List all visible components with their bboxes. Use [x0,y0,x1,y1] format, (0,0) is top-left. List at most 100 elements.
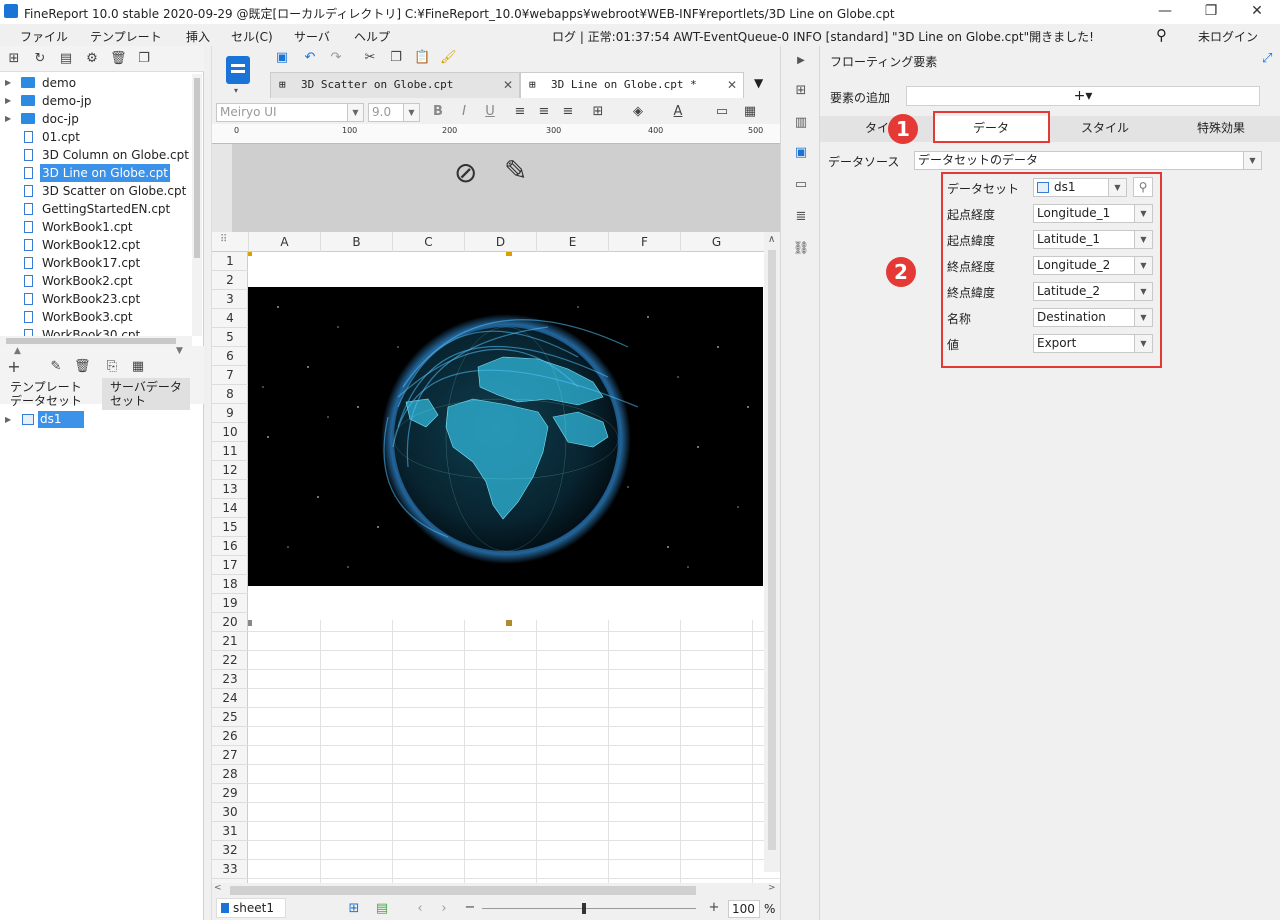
row-header-cell[interactable]: 22 [212,651,248,670]
cell-element-icon[interactable]: ▥ [792,114,810,132]
save-icon[interactable]: ▣ [274,50,290,66]
row-header-cell[interactable]: 9 [212,404,248,423]
row-header-cell[interactable]: 11 [212,442,248,461]
dataset-item[interactable]: ▶ ds1 [0,411,204,429]
hide-icon[interactable]: ⊘ [454,156,477,189]
column-header-g[interactable]: G [680,232,752,252]
tab-special-effects[interactable]: 特殊効果 [1162,116,1280,142]
format-painter-icon[interactable]: 🖌 [440,50,457,66]
refresh-icon[interactable]: ↻ [32,51,48,67]
add-sheet-icon[interactable]: ⊞ [346,901,362,917]
preview-icon[interactable]: ⎘ [104,359,120,375]
menu-template[interactable]: テンプレート [90,28,162,45]
grid-scrollbar[interactable]: ∧ [764,232,780,872]
zoom-in-icon[interactable]: + [706,900,722,916]
row-header-cell[interactable]: 29 [212,784,248,803]
tab-list-icon[interactable]: ▼ [754,76,763,90]
tree-hscroll-thumb[interactable] [6,338,176,344]
zoom-input[interactable]: 100 [728,900,760,918]
column-header-b[interactable]: B [320,232,392,252]
font-family-select[interactable]: Meiryo UI ▼ [216,103,364,122]
add-form-icon[interactable]: ▤ [374,901,390,917]
add-element-button[interactable]: +▾ [906,86,1260,106]
delete-icon[interactable]: 🗑 [110,51,127,67]
row-header-cell[interactable]: 19 [212,594,248,613]
row-header-cell[interactable]: 15 [212,518,248,537]
datasource-select[interactable]: データセットのデータ ▼ [914,151,1262,170]
tree-item[interactable]: ▶ doc-jp [0,110,192,128]
select-all-icon[interactable]: ⠿ [220,234,227,245]
cell-attribute-icon[interactable]: ⊞ [792,82,810,100]
tree-scrollbar[interactable] [192,74,202,336]
tree-item[interactable]: 3D Scatter on Globe.cpt [0,182,192,200]
login-status[interactable]: 未ログイン [1198,28,1258,45]
tab-3d-line[interactable]: ⊞ 3D Line on Globe.cpt * ✕ [520,72,744,98]
sheet-tab[interactable]: sheet1 [216,898,286,918]
collapse-down-icon[interactable]: ▼ [176,346,183,356]
tree-hscrollbar[interactable] [0,336,192,346]
add-dataset-icon[interactable]: + [6,359,22,375]
row-header-cell[interactable]: 16 [212,537,248,556]
row-header-cell[interactable]: 26 [212,727,248,746]
expand-arrow-icon[interactable]: ▶ [5,74,11,92]
tree-item[interactable]: GettingStartedEN.cpt [0,200,192,218]
expand-arrow-icon[interactable]: ▶ [5,92,11,110]
next-sheet-icon[interactable]: › [436,901,452,917]
tab-style[interactable]: スタイル [1048,116,1162,142]
tree-item[interactable]: WorkBook12.cpt [0,236,192,254]
zoom-out-icon[interactable]: − [462,900,478,916]
font-color-icon[interactable]: A [670,104,686,120]
row-header-cell[interactable]: 33 [212,860,248,879]
row-header-cell[interactable]: 28 [212,765,248,784]
close-tab-icon[interactable]: ✕ [727,73,737,97]
collapse-up-icon[interactable]: ▲ [14,346,21,356]
grid-hscroll-thumb[interactable] [230,886,696,895]
scroll-up-icon[interactable]: ∧ [768,234,775,245]
tree-item[interactable]: WorkBook3.cpt [0,308,192,326]
row-header-cell[interactable]: 21 [212,632,248,651]
redo-icon[interactable]: ↷ [328,50,344,66]
close-button[interactable]: ✕ [1234,0,1280,24]
row-header-cell[interactable]: 20 [212,613,248,632]
copy-cell-icon[interactable]: ❐ [388,50,404,66]
tree-item[interactable]: WorkBook2.cpt [0,272,192,290]
row-header-cell[interactable]: 17 [212,556,248,575]
merge-icon[interactable]: ▭ [714,104,730,120]
tree-item[interactable]: WorkBook23.cpt [0,290,192,308]
fill-color-icon[interactable]: ◈ [630,104,646,120]
zoom-slider-handle[interactable] [582,903,586,914]
align-left-icon[interactable]: ≡ [512,104,528,120]
tree-item[interactable]: 3D Line on Globe.cpt [0,164,192,182]
globe-chart[interactable] [248,287,763,586]
row-header-cell[interactable]: 3 [212,290,248,309]
template-type-button[interactable]: ▾ [220,54,256,96]
row-header-cell[interactable]: 4 [212,309,248,328]
row-header-cell[interactable]: 31 [212,822,248,841]
copy-icon[interactable]: ❐ [136,51,152,67]
row-header-cell[interactable]: 30 [212,803,248,822]
paste-icon[interactable]: 📋 [414,50,430,66]
tree-scrollbar-thumb[interactable] [194,78,200,258]
tree-item[interactable]: WorkBook17.cpt [0,254,192,272]
open-icon[interactable]: ▤ [58,51,74,67]
expand-panel-icon[interactable]: ⤢ [1262,51,1272,66]
hyperlink-icon[interactable]: ⛓ [792,240,810,258]
tab-3d-scatter[interactable]: ⊞ 3D Scatter on Globe.cpt ✕ [270,72,520,98]
grid-scrollbar-thumb[interactable] [768,250,776,850]
menu-insert[interactable]: 挿入 [186,28,210,45]
settings-icon[interactable]: ⚙ [84,51,100,67]
panel-splitter[interactable] [204,46,212,920]
expand-arrow-icon[interactable]: ▶ [5,411,11,429]
tree-item[interactable]: ▶ demo-jp [0,92,192,110]
menu-help[interactable]: ヘルプ [354,28,390,45]
new-folder-icon[interactable]: ⊞ [6,51,22,67]
row-header-cell[interactable]: 12 [212,461,248,480]
tree-item[interactable]: 01.cpt [0,128,192,146]
align-right-icon[interactable]: ≡ [560,104,576,120]
prev-sheet-icon[interactable]: ‹ [412,901,428,917]
row-header-cell[interactable]: 23 [212,670,248,689]
row-header-cell[interactable]: 8 [212,385,248,404]
edit-icon[interactable]: ✎ [48,359,64,375]
undo-icon[interactable]: ↶ [302,50,318,66]
minimize-button[interactable]: — [1142,0,1188,24]
